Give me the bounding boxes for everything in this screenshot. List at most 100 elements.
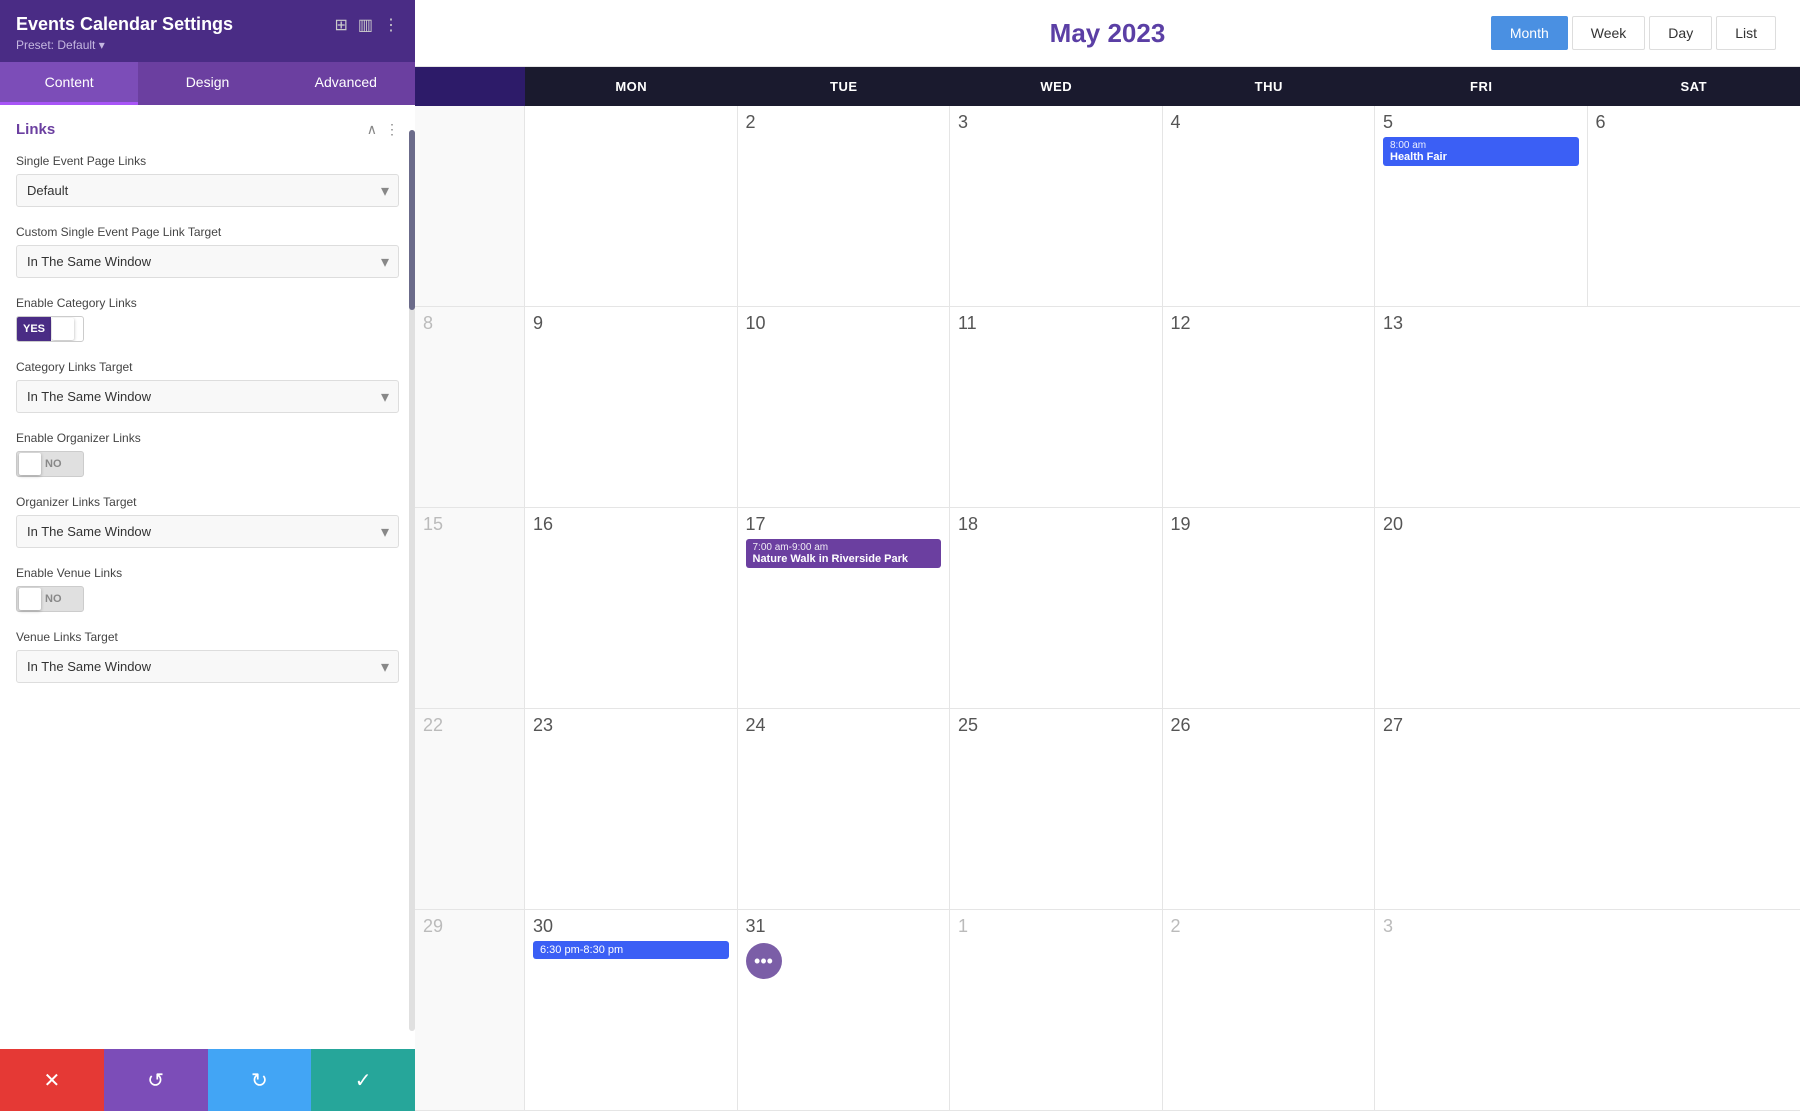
week5-sun: 29: [415, 910, 525, 1110]
week5-fri-date: 3: [1383, 916, 1393, 936]
calendar-week-5: 29 30 6:30 pm-8:30 pm 31 ••• 1 2: [415, 910, 1800, 1111]
organizer-toggle-knob: [19, 453, 41, 475]
collapse-icon[interactable]: ∧: [367, 121, 377, 138]
venue-toggle-switch[interactable]: NO: [16, 586, 84, 612]
panel-header: Events Calendar Settings ⊞ ▥ ⋮ Preset: D…: [0, 0, 415, 62]
category-toggle-switch[interactable]: YES: [16, 316, 84, 342]
health-fair-time: 8:00 am: [1390, 140, 1572, 151]
category-links-target-field: Category Links Target In The Same Window…: [16, 360, 399, 413]
left-panel: Events Calendar Settings ⊞ ▥ ⋮ Preset: D…: [0, 0, 415, 1111]
venue-links-target-field: Venue Links Target In The Same Window In…: [16, 630, 399, 683]
week1-wed: 3: [950, 106, 1163, 306]
cancel-button[interactable]: ✕: [0, 1049, 104, 1111]
week3-wed-17: 17 7:00 am-9:00 am Nature Walk in Rivers…: [738, 508, 951, 708]
action-bar: ✕ ↺ ↻ ✓: [0, 1049, 415, 1111]
preset-label[interactable]: Preset: Default ▾: [16, 38, 399, 52]
week5-thu-date: 2: [1171, 916, 1181, 936]
week3-sat-date: 20: [1383, 514, 1403, 534]
week1-tue: 2: [738, 106, 951, 306]
week-view-button[interactable]: Week: [1572, 16, 1646, 50]
week4-mon: 23: [525, 709, 738, 909]
fri-header: FRI: [1375, 67, 1588, 106]
week5-sun-date: 29: [423, 916, 443, 936]
organizer-links-target-field: Organizer Links Target In The Same Windo…: [16, 495, 399, 548]
tab-content[interactable]: Content: [0, 62, 138, 105]
week3-sun-date: 15: [423, 514, 443, 534]
save-button[interactable]: ✓: [311, 1049, 415, 1111]
week3-fri: 19: [1163, 508, 1376, 708]
month-view-button[interactable]: Month: [1491, 16, 1568, 50]
week1-sun: [415, 106, 525, 306]
nature-walk-name: Nature Walk in Riverside Park: [753, 553, 935, 565]
mon-header: MON: [525, 67, 738, 106]
week1-thu: 4: [1163, 106, 1376, 306]
week1-sat-date: 6: [1596, 112, 1606, 132]
more-events-button[interactable]: •••: [746, 943, 782, 979]
custom-link-target-field: Custom Single Event Page Link Target In …: [16, 225, 399, 278]
week4-wed: 25: [950, 709, 1163, 909]
calendar-grid: MON TUE WED THU FRI SAT 2 3: [415, 67, 1800, 1111]
week5-thu: 2: [1163, 910, 1376, 1110]
week3-mon: 16: [525, 508, 738, 708]
calendar-day-headers: MON TUE WED THU FRI SAT: [415, 67, 1800, 106]
tab-design[interactable]: Design: [138, 62, 276, 105]
venue-links-target-label: Venue Links Target: [16, 630, 399, 644]
single-event-links-label: Single Event Page Links: [16, 154, 399, 168]
single-event-links-field: Single Event Page Links Default Custom: [16, 154, 399, 207]
week3-mon-date: 16: [533, 514, 553, 534]
toggle-knob: [52, 318, 74, 340]
week4-mon-date: 23: [533, 715, 553, 735]
week1-fri: 5 8:00 am Health Fair: [1375, 106, 1588, 306]
undo-button[interactable]: ↺: [104, 1049, 208, 1111]
calendar-week-4: 22 23 24 25 26 27: [415, 709, 1800, 910]
custom-link-target-select-wrapper: In The Same Window In A New Window: [16, 245, 399, 278]
day-view-button[interactable]: Day: [1649, 16, 1712, 50]
organizer-toggle-switch[interactable]: NO: [16, 451, 84, 477]
calendar-week-1: 2 3 4 5 8:00 am Health Fair 6: [415, 106, 1800, 307]
single-event-links-select[interactable]: Default Custom: [16, 174, 399, 207]
week5-fri: 3: [1375, 910, 1588, 1110]
category-links-target-select[interactable]: In The Same Window In A New Window: [16, 380, 399, 413]
columns-icon[interactable]: ▥: [358, 15, 373, 35]
week4-thu: 26: [1163, 709, 1376, 909]
week4-tue: 24: [738, 709, 951, 909]
more-icon[interactable]: ⋮: [383, 15, 399, 35]
tab-advanced[interactable]: Advanced: [277, 62, 415, 105]
week4-sun: 22: [415, 709, 525, 909]
nature-walk-event[interactable]: 7:00 am-9:00 am Nature Walk in Riverside…: [746, 539, 942, 568]
last-event[interactable]: 6:30 pm-8:30 pm: [533, 941, 729, 959]
week2-sun-date: 8: [423, 313, 433, 333]
sat-header: SAT: [1588, 67, 1800, 106]
single-event-links-select-wrapper: Default Custom: [16, 174, 399, 207]
organizer-toggle-no-label: NO: [45, 458, 62, 470]
section-header: Links ∧ ⋮: [16, 121, 399, 138]
custom-link-target-select[interactable]: In The Same Window In A New Window: [16, 245, 399, 278]
organizer-links-target-select[interactable]: In The Same Window In A New Window: [16, 515, 399, 548]
week4-tue-date: 24: [746, 715, 766, 735]
enable-category-links-field: Enable Category Links YES: [16, 296, 399, 342]
panel-content: Links ∧ ⋮ Single Event Page Links Defaul…: [0, 105, 415, 1049]
week2-wed: 11: [950, 307, 1163, 507]
calendar-week-2: 8 9 10 11 12 13: [415, 307, 1800, 508]
venue-links-target-select[interactable]: In The Same Window In A New Window: [16, 650, 399, 683]
week3-sun: 15: [415, 508, 525, 708]
list-view-button[interactable]: List: [1716, 16, 1776, 50]
week5-mon: 30 6:30 pm-8:30 pm: [525, 910, 738, 1110]
expand-icon[interactable]: ⊞: [334, 15, 347, 35]
week5-wed: 1: [950, 910, 1163, 1110]
health-fair-event[interactable]: 8:00 am Health Fair: [1383, 137, 1579, 166]
category-links-target-label: Category Links Target: [16, 360, 399, 374]
section-controls: ∧ ⋮: [367, 121, 399, 138]
venue-toggle-no-label: NO: [45, 593, 62, 605]
right-panel: May 2023 Month Week Day List MON TUE WED…: [415, 0, 1800, 1111]
enable-category-toggle[interactable]: YES: [16, 316, 399, 342]
week3-fri-date: 19: [1171, 514, 1191, 534]
week3-wed-date: 17: [746, 514, 766, 534]
last-event-time: 6:30 pm-8:30 pm: [540, 944, 623, 956]
week2-thu: 12: [1163, 307, 1376, 507]
section-more-icon[interactable]: ⋮: [385, 121, 399, 138]
redo-button[interactable]: ↻: [208, 1049, 312, 1111]
venue-links-target-select-wrapper: In The Same Window In A New Window: [16, 650, 399, 683]
enable-venue-links-field: Enable Venue Links NO: [16, 566, 399, 612]
header-icons: ⊞ ▥ ⋮: [334, 15, 399, 35]
